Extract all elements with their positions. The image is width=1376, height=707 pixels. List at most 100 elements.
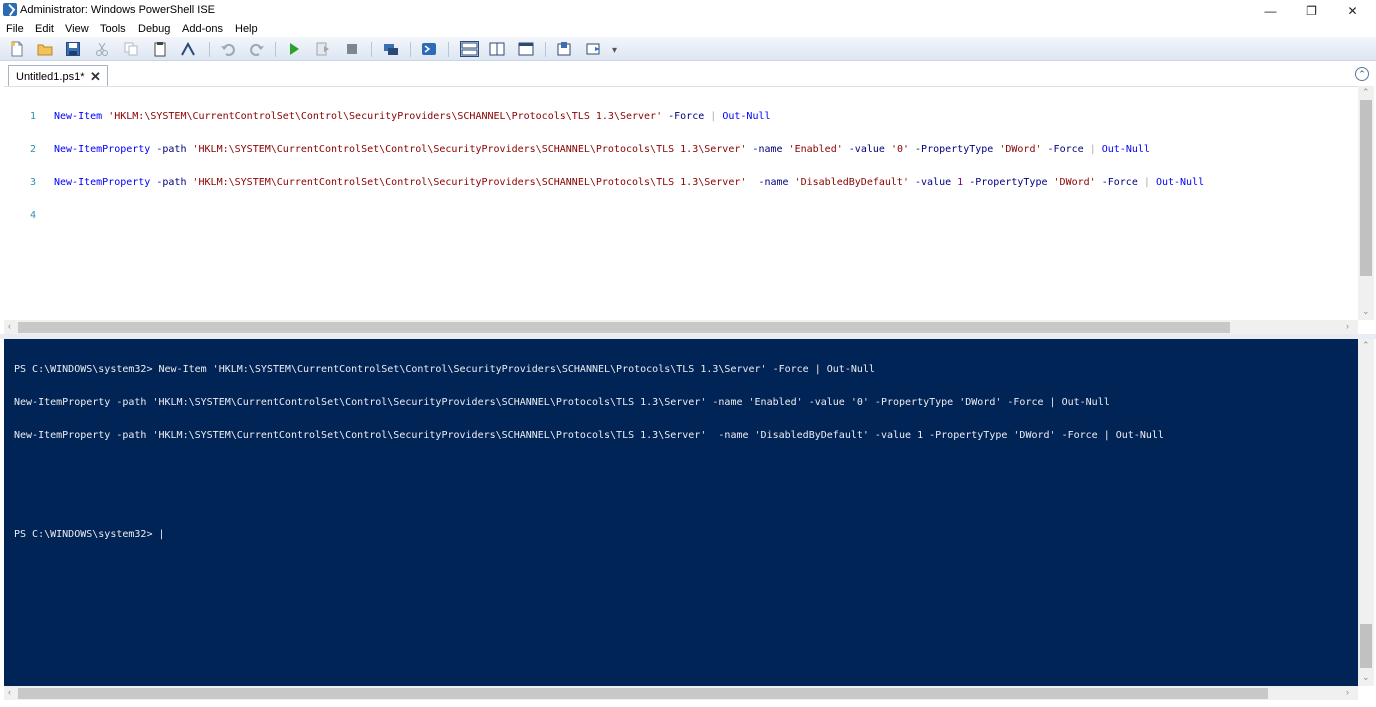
new-file-icon[interactable] [9, 41, 25, 57]
scroll-up-icon[interactable]: ⌃ [1362, 340, 1370, 351]
scroll-right-icon[interactable]: › [1346, 321, 1349, 331]
code-string: 'HKLM:\SYSTEM\CurrentControlSet\Control\… [108, 111, 663, 122]
redo-icon[interactable] [249, 41, 265, 57]
code-line: 3 New-ItemProperty -path 'HKLM:\SYSTEM\Cu… [4, 177, 1204, 188]
code-string: 'DWord' [1053, 177, 1096, 188]
scroll-up-icon[interactable]: ⌃ [1362, 87, 1370, 98]
code-parameter: -Force [1101, 177, 1138, 188]
code-number: 1 [957, 177, 964, 188]
editor-vertical-scrollbar[interactable]: ⌃ ⌄ [1358, 86, 1374, 320]
script-tab-strip: Untitled1.ps1* ✕ [0, 62, 1376, 87]
restore-button[interactable]: ❐ [1289, 0, 1334, 21]
code-parameter: -value [915, 177, 952, 188]
cut-icon[interactable] [94, 41, 110, 57]
code-cmdlet: Out-Null [1155, 177, 1205, 188]
menu-debug[interactable]: Debug [138, 23, 170, 35]
toolbar-separator [371, 42, 372, 57]
scroll-left-icon[interactable]: ‹ [8, 321, 11, 331]
close-tab-icon[interactable]: ✕ [90, 69, 101, 85]
layout-max-icon[interactable] [518, 41, 534, 57]
scrollbar-thumb[interactable] [18, 688, 1268, 699]
code-parameter: -name [752, 144, 783, 155]
code-operator: | [1089, 144, 1096, 155]
code-parameter: -value [848, 144, 885, 155]
code-string: 'DisabledByDefault' [794, 177, 909, 188]
run-selection-icon[interactable] [315, 41, 331, 57]
stop-icon[interactable] [344, 41, 360, 57]
code-line: 2 New-ItemProperty -path 'HKLM:\SYSTEM\Cu… [4, 144, 1204, 155]
code-string: 'HKLM:\SYSTEM\CurrentControlSet\Control\… [192, 177, 747, 188]
show-addon-icon[interactable] [586, 41, 602, 57]
close-button[interactable]: ✕ [1330, 0, 1375, 21]
scroll-down-icon[interactable]: ⌄ [1362, 672, 1370, 683]
console-line: New-ItemProperty -path 'HKLM:\SYSTEM\Cur… [14, 397, 1110, 408]
clear-icon[interactable] [180, 41, 196, 57]
tab-untitled1[interactable]: Untitled1.ps1* ✕ [8, 65, 108, 87]
console-line: PS C:\WINDOWS\system32> New-Item 'HKLM:\… [14, 364, 875, 375]
console-line: New-ItemProperty -path 'HKLM:\SYSTEM\Cur… [14, 430, 1164, 441]
console-horizontal-scrollbar[interactable]: ‹ › [4, 686, 1358, 700]
line-number: 4 [29, 210, 36, 221]
scroll-left-icon[interactable]: ‹ [8, 687, 11, 697]
console-prompt[interactable]: PS C:\WINDOWS\system32> | [14, 529, 1164, 540]
toolbar: ▾ [0, 37, 1376, 61]
code-parameter: -Force [1047, 144, 1084, 155]
run-icon[interactable] [286, 41, 302, 57]
window-title: Administrator: Windows PowerShell ISE [20, 4, 216, 16]
editor-horizontal-scrollbar[interactable]: ‹ › [4, 320, 1358, 334]
undo-icon[interactable] [220, 41, 236, 57]
code-cmdlet: New-Item [54, 111, 103, 122]
menu-bar: File Edit View Tools Debug Add-ons Help [0, 21, 1376, 37]
code-parameter: -Force [668, 111, 705, 122]
show-commands-icon[interactable] [557, 41, 573, 57]
menu-view[interactable]: View [65, 23, 89, 35]
console-vertical-scrollbar[interactable]: ⌃ ⌄ [1358, 339, 1374, 686]
code-parameter: -path [156, 177, 187, 188]
title-bar: Administrator: Windows PowerShell ISE — … [0, 0, 1376, 21]
toolbar-separator [275, 42, 276, 57]
powershell-ise-icon [3, 3, 17, 16]
line-number: 1 [29, 111, 36, 122]
scrollbar-thumb[interactable] [18, 322, 1230, 333]
layout-right-icon[interactable] [489, 41, 505, 57]
copy-icon[interactable] [123, 41, 139, 57]
code-parameter: -PropertyType [969, 177, 1048, 188]
scrollbar-thumb[interactable] [1360, 624, 1372, 668]
line-number: 2 [29, 144, 36, 155]
scroll-right-icon[interactable]: › [1346, 687, 1349, 697]
menu-add-ons[interactable]: Add-ons [182, 23, 223, 35]
menu-tools[interactable]: Tools [100, 23, 126, 35]
code-string: '0' [890, 144, 909, 155]
toolbar-separator [545, 42, 546, 57]
code-parameter: -name [752, 177, 789, 188]
code-parameter: -path [156, 144, 187, 155]
console-pane[interactable]: PS C:\WINDOWS\system32> New-Item 'HKLM:\… [4, 339, 1358, 686]
code-string: 'Enabled' [788, 144, 843, 155]
save-icon[interactable] [65, 41, 81, 57]
code-cmdlet: Out-Null [1101, 144, 1150, 155]
code-operator: | [710, 111, 717, 122]
code-line: 1 New-Item 'HKLM:\SYSTEM\CurrentControlSe… [4, 111, 1204, 122]
script-editor[interactable]: 1 New-Item 'HKLM:\SYSTEM\CurrentControlSe… [4, 86, 1358, 320]
collapse-script-pane-icon[interactable]: ⌃ [1355, 67, 1369, 81]
minimize-button[interactable]: — [1248, 0, 1293, 21]
layout-top-icon[interactable] [460, 41, 479, 57]
remote-icon[interactable] [383, 41, 399, 57]
scrollbar-thumb[interactable] [1360, 100, 1372, 276]
code-cmdlet: New-ItemProperty [54, 177, 151, 188]
toolbar-separator [209, 42, 210, 57]
menu-file[interactable]: File [6, 23, 24, 35]
powershell-icon[interactable] [421, 41, 437, 57]
menu-edit[interactable]: Edit [35, 23, 54, 35]
toolbar-overflow-icon[interactable]: ▾ [612, 45, 617, 56]
menu-help[interactable]: Help [235, 23, 258, 35]
code-cmdlet: Out-Null [722, 111, 771, 122]
scroll-down-icon[interactable]: ⌄ [1362, 306, 1370, 317]
code-string: 'DWord' [999, 144, 1042, 155]
open-icon[interactable] [37, 41, 53, 57]
status-bar [0, 700, 1376, 707]
code-cmdlet: New-ItemProperty [54, 144, 151, 155]
paste-icon[interactable] [152, 41, 168, 57]
